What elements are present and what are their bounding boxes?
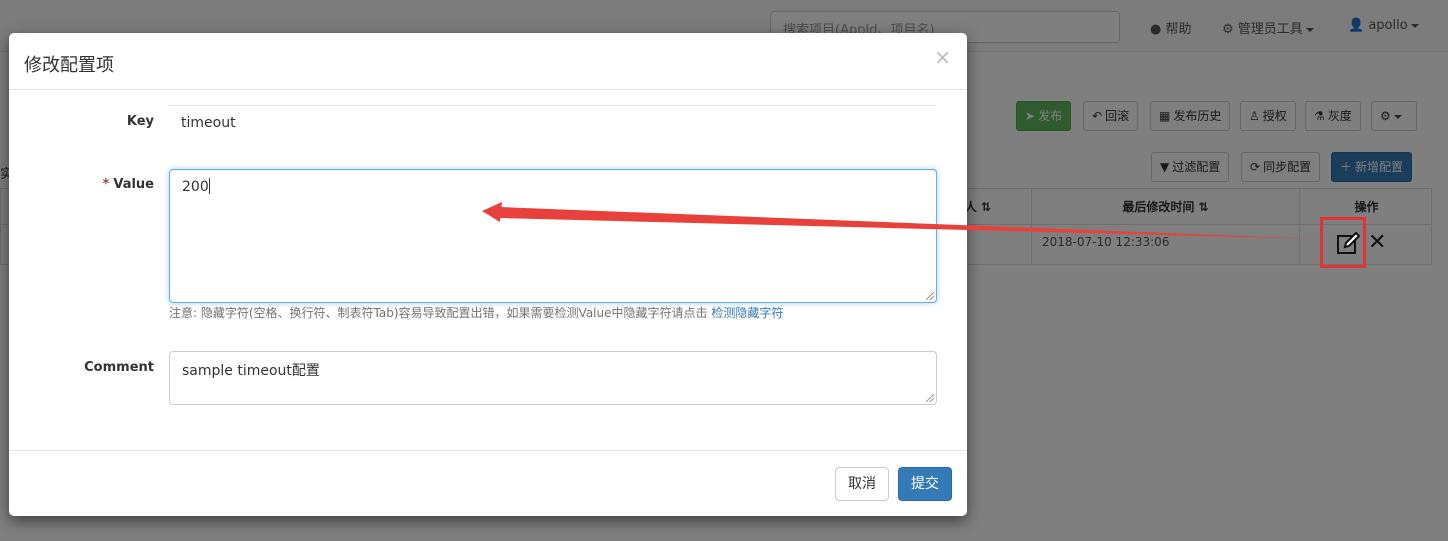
key-label: Key — [126, 114, 154, 129]
edit-config-modal: 修改配置项 × Key timeout * Value 200 注意: 隐藏字符(… — [9, 33, 967, 516]
comment-label: Comment — [84, 360, 154, 375]
required-marker: * — [102, 177, 110, 192]
resize-handle[interactable] — [926, 292, 934, 300]
key-value: timeout — [169, 105, 936, 139]
value-label: * Value — [102, 177, 154, 192]
modal-footer: 取消 提交 — [9, 450, 967, 516]
close-icon[interactable]: ✕ — [1368, 230, 1386, 256]
detect-hidden-chars-link[interactable]: 检测隐藏字符 — [711, 306, 783, 320]
close-icon[interactable]: × — [934, 47, 951, 67]
resize-handle[interactable] — [926, 394, 934, 402]
hidden-char-help-text: 注意: 隐藏字符(空格、换行符、制表符Tab)容易导致配置出错，如果需要检测Va… — [169, 306, 784, 320]
modal-title: 修改配置项 — [24, 55, 114, 76]
comment-textarea[interactable]: sample timeout配置 — [169, 351, 937, 405]
edit-icon[interactable] — [1336, 232, 1360, 256]
cancel-button[interactable]: 取消 — [835, 467, 889, 501]
value-textarea[interactable]: 200 — [169, 169, 937, 303]
submit-button[interactable]: 提交 — [898, 467, 952, 501]
text-cursor — [208, 178, 210, 194]
modal-header: 修改配置项 × — [9, 33, 967, 90]
